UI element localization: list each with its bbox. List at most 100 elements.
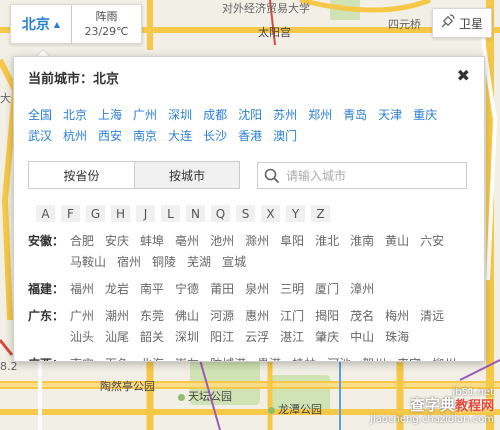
city-link[interactable]: 漳州 — [350, 282, 374, 296]
letter-index-item[interactable]: H — [111, 205, 130, 222]
city-link[interactable]: 泉州 — [245, 282, 269, 296]
city-link[interactable]: 桂林 — [292, 357, 316, 361]
city-link[interactable]: 宣城 — [222, 255, 246, 269]
hot-city-link[interactable]: 天津 — [378, 108, 402, 122]
city-link[interactable]: 三明 — [280, 282, 304, 296]
city-link[interactable]: 淮南 — [350, 234, 374, 248]
hot-city-link[interactable]: 西安 — [98, 129, 122, 143]
city-link[interactable]: 北海 — [140, 357, 164, 361]
hot-city-link[interactable]: 上海 — [98, 108, 122, 122]
hot-city-link[interactable]: 香港 — [238, 129, 262, 143]
city-link[interactable]: 深圳 — [175, 330, 199, 344]
city-link[interactable]: 崇左 — [175, 357, 199, 361]
city-link[interactable]: 南平 — [140, 282, 164, 296]
city-link[interactable]: 宿州 — [117, 255, 141, 269]
hot-city-link[interactable]: 大连 — [168, 129, 192, 143]
letter-index-item[interactable]: N — [186, 205, 205, 222]
city-link[interactable]: 揭阳 — [315, 309, 339, 323]
city-link[interactable]: 阜阳 — [280, 234, 304, 248]
city-link[interactable]: 汕头 — [70, 330, 94, 344]
city-link[interactable]: 惠州 — [245, 309, 269, 323]
city-link[interactable]: 贵港 — [257, 357, 281, 361]
city-link[interactable]: 铜陵 — [152, 255, 176, 269]
weather-widget[interactable]: 阵雨 23/29℃ — [72, 4, 142, 44]
city-link[interactable]: 云浮 — [245, 330, 269, 344]
city-link[interactable]: 合肥 — [70, 234, 94, 248]
city-link[interactable]: 阳江 — [210, 330, 234, 344]
city-link[interactable]: 百色 — [105, 357, 129, 361]
hot-city-link[interactable]: 澳门 — [273, 129, 297, 143]
province-name: 广东： — [28, 309, 65, 323]
letter-index-item[interactable]: Q — [211, 205, 230, 222]
hot-city-link[interactable]: 重庆 — [413, 108, 437, 122]
city-link[interactable]: 贺州 — [362, 357, 386, 361]
city-link[interactable]: 柳州 — [432, 357, 456, 361]
city-link[interactable]: 中山 — [350, 330, 374, 344]
city-link[interactable]: 汕尾 — [105, 330, 129, 344]
letter-index-item[interactable]: L — [161, 205, 180, 222]
city-link[interactable]: 黄山 — [385, 234, 409, 248]
city-link[interactable]: 滁州 — [245, 234, 269, 248]
hot-city-link[interactable]: 苏州 — [273, 108, 297, 122]
city-link[interactable]: 宁德 — [175, 282, 199, 296]
city-switcher-button[interactable]: 北京 ▲ — [10, 4, 72, 44]
letter-index-item[interactable]: G — [86, 205, 105, 222]
hot-city-link[interactable]: 成都 — [203, 108, 227, 122]
city-link[interactable]: 河池 — [327, 357, 351, 361]
hot-city-link[interactable]: 全国 — [28, 108, 52, 122]
city-link[interactable]: 梅州 — [385, 309, 409, 323]
city-link[interactable]: 广州 — [70, 309, 94, 323]
hot-city-link[interactable]: 北京 — [63, 108, 87, 122]
city-link[interactable]: 佛山 — [175, 309, 199, 323]
letter-index-item[interactable]: J — [136, 205, 155, 222]
hot-city-link[interactable]: 深圳 — [168, 108, 192, 122]
satellite-toggle-button[interactable]: 卫星 — [432, 8, 492, 38]
search-icon — [258, 168, 286, 184]
city-link[interactable]: 芜湖 — [187, 255, 211, 269]
letter-index-item[interactable]: X — [261, 205, 280, 222]
city-link[interactable]: 肇庆 — [315, 330, 339, 344]
city-link[interactable]: 河源 — [210, 309, 234, 323]
city-link[interactable]: 亳州 — [175, 234, 199, 248]
city-link[interactable]: 南宁 — [70, 357, 94, 361]
city-link[interactable]: 湛江 — [280, 330, 304, 344]
hot-city-link[interactable]: 南京 — [133, 129, 157, 143]
city-link[interactable]: 莆田 — [210, 282, 234, 296]
current-city-label: 北京 — [21, 17, 50, 33]
letter-index-item[interactable]: F — [61, 205, 80, 222]
city-link[interactable]: 茂名 — [350, 309, 374, 323]
city-link[interactable]: 六安 — [420, 234, 444, 248]
letter-index-item[interactable]: A — [36, 205, 55, 222]
close-icon[interactable]: ✖ — [457, 66, 470, 85]
city-link[interactable]: 清远 — [420, 309, 444, 323]
hot-city-link[interactable]: 沈阳 — [238, 108, 262, 122]
letter-index-item[interactable]: Y — [286, 205, 305, 222]
city-link[interactable]: 福州 — [70, 282, 94, 296]
tab-by-province[interactable]: 按省份 — [29, 162, 134, 188]
city-link[interactable]: 马鞍山 — [70, 255, 106, 269]
province-row: 安徽： 合肥 安庆 蚌埠 亳州 池州 滁州 阜阳 淮北 淮南 黄山 六安马鞍山 宿州 铜陵 芜湖 宣城 — [28, 231, 478, 273]
city-link[interactable]: 东莞 — [140, 309, 164, 323]
city-link[interactable]: 淮北 — [315, 234, 339, 248]
city-link[interactable]: 蚌埠 — [140, 234, 164, 248]
city-link[interactable]: 厦门 — [315, 282, 339, 296]
tab-by-city[interactable]: 按城市 — [134, 162, 239, 188]
hot-city-link[interactable]: 广州 — [133, 108, 157, 122]
city-link[interactable]: 防城港 — [210, 357, 246, 361]
city-link[interactable]: 安庆 — [105, 234, 129, 248]
hot-city-link[interactable]: 武汉 — [28, 129, 52, 143]
city-link[interactable]: 江门 — [280, 309, 304, 323]
city-link[interactable]: 珠海 — [385, 330, 409, 344]
city-link[interactable]: 池州 — [210, 234, 234, 248]
city-link[interactable]: 潮州 — [105, 309, 129, 323]
hot-city-link[interactable]: 杭州 — [63, 129, 87, 143]
letter-index-item[interactable]: Z — [311, 205, 330, 222]
hot-city-link[interactable]: 郑州 — [308, 108, 332, 122]
letter-index-item[interactable]: S — [236, 205, 255, 222]
city-link[interactable]: 来宾 — [397, 357, 421, 361]
hot-city-link[interactable]: 青岛 — [343, 108, 367, 122]
city-search-input[interactable] — [286, 168, 456, 183]
city-link[interactable]: 龙岩 — [105, 282, 129, 296]
city-link[interactable]: 韶关 — [140, 330, 164, 344]
hot-city-link[interactable]: 长沙 — [203, 129, 227, 143]
